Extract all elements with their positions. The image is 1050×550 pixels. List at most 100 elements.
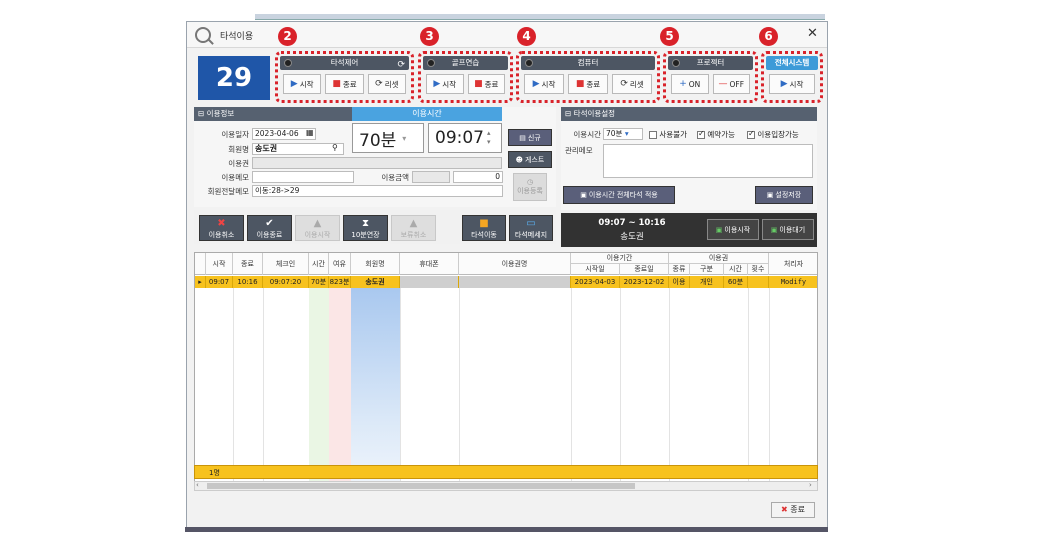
grid-line bbox=[233, 276, 234, 481]
admin-memo-label: 관리메모 bbox=[565, 146, 593, 155]
member-input[interactable]: 송도권 bbox=[252, 143, 344, 155]
apply-all-seats-button[interactable]: ▣ 이용시간 전체타석 적용 bbox=[563, 186, 675, 204]
person-icon: ☻ bbox=[515, 155, 523, 164]
waiting-checkbox[interactable]: 이용입장가능 bbox=[747, 129, 799, 140]
grid-footer: 1명 bbox=[194, 465, 818, 479]
settings-time-select[interactable]: 70분 ▾ bbox=[603, 128, 643, 140]
horizontal-scrollbar[interactable]: ‹ › bbox=[194, 481, 818, 491]
group-header: 타석제어 ⟳ bbox=[280, 56, 409, 70]
amount-input[interactable]: 0 bbox=[453, 171, 503, 183]
scroll-left-icon[interactable]: ‹ bbox=[196, 481, 199, 489]
start-time-input[interactable]: 09:07 ▴ ▾ bbox=[428, 123, 502, 153]
col-checkin[interactable]: 체크인 bbox=[263, 253, 309, 275]
pass-label: 이용권 bbox=[228, 159, 249, 168]
unavailable-checkbox[interactable]: 사용불가 bbox=[649, 129, 687, 140]
reservable-checkbox[interactable]: 예약가능 bbox=[697, 129, 735, 140]
col-pass-name[interactable]: 이용권명 bbox=[459, 253, 571, 275]
status-start-button[interactable]: ▣ 이용시작 bbox=[707, 219, 759, 240]
col-pass-kind[interactable]: 종류 bbox=[669, 264, 690, 275]
close-button[interactable]: ✖ 종료 bbox=[771, 502, 815, 518]
hold-cancel-button[interactable]: ▲ 보류취소 bbox=[391, 215, 436, 241]
hold-icon: ▲ bbox=[409, 218, 418, 229]
end-usage-button[interactable]: ✔ 이용종료 bbox=[247, 215, 292, 241]
extend-10min-button[interactable]: ⧗ 10분연장 bbox=[343, 215, 388, 241]
grid-line bbox=[263, 276, 264, 481]
admin-memo-input[interactable] bbox=[603, 144, 813, 178]
check-icon: ✔ bbox=[265, 218, 274, 229]
projector-off-button[interactable]: — OFF bbox=[712, 74, 750, 94]
green-square-icon: ▣ bbox=[770, 225, 778, 234]
guest-button[interactable]: ☻ 게스트 bbox=[508, 151, 552, 168]
col-phone[interactable]: 휴대폰 bbox=[400, 253, 459, 275]
scroll-right-icon[interactable]: › bbox=[809, 481, 812, 489]
step-badge-5: 5 bbox=[660, 27, 679, 46]
seat-message-button[interactable]: ▭ 타석메세지 bbox=[509, 215, 553, 241]
register-button[interactable]: ◷ 이용등록 bbox=[513, 173, 547, 201]
transfer-memo-input[interactable]: 이동:28->29 bbox=[252, 185, 503, 197]
projector-on-button[interactable]: + ON bbox=[671, 74, 709, 94]
status-wait-button[interactable]: ▣ 이용대기 bbox=[762, 219, 814, 240]
group-header: 프로젝터 bbox=[668, 56, 753, 70]
checkbox-box bbox=[649, 131, 657, 139]
transfer-memo-label: 회원전달메모 bbox=[207, 187, 249, 196]
calendar-icon[interactable]: ▦ bbox=[306, 128, 314, 137]
usage-time-tab[interactable]: 이용시간 bbox=[352, 107, 502, 121]
group-header: 컴퓨터 bbox=[521, 56, 655, 70]
usage-grid[interactable]: 시작 종료 체크인 시간 여유 회원명 휴대폰 이용권명 이용기간 시작일 종료… bbox=[194, 252, 818, 482]
col-pass-type[interactable]: 구분 bbox=[690, 264, 724, 275]
col-end[interactable]: 종료 bbox=[233, 253, 263, 275]
seat-end-button[interactable]: ■ 종료 bbox=[325, 74, 364, 94]
col-member[interactable]: 회원명 bbox=[351, 253, 400, 275]
golf-end-button[interactable]: ■ 종료 bbox=[467, 74, 505, 94]
refresh-icon[interactable]: ⟳ bbox=[397, 58, 405, 72]
system-start-button[interactable]: ▶ 시작 bbox=[769, 74, 815, 94]
move-seat-button[interactable]: ■ 타석이동 bbox=[462, 215, 506, 241]
settings-header: ⊟ 타석이용설정 bbox=[561, 107, 817, 121]
col-pass-time[interactable]: 시간 bbox=[724, 264, 748, 275]
status-dot-icon bbox=[284, 59, 292, 67]
close-icon[interactable]: ✕ bbox=[807, 26, 818, 41]
start-icon: ▶ bbox=[433, 79, 441, 89]
memo-input[interactable] bbox=[252, 171, 354, 183]
status-dot-icon bbox=[427, 59, 435, 67]
save-settings-button[interactable]: ▣ 설정저장 bbox=[755, 186, 813, 204]
seat-start-button[interactable]: ▶ 시작 bbox=[283, 74, 322, 94]
col-start[interactable]: 시작 bbox=[206, 253, 233, 275]
plus-icon: + bbox=[679, 79, 687, 89]
cancel-usage-button[interactable]: ✖ 이용취소 bbox=[199, 215, 244, 241]
apply-icon: ▣ bbox=[580, 191, 587, 199]
start-usage-button[interactable]: ▲ 이용시작 bbox=[295, 215, 340, 241]
status-dot-icon bbox=[672, 59, 680, 67]
col-period-end[interactable]: 종료일 bbox=[620, 264, 669, 275]
step-badge-4: 4 bbox=[517, 27, 536, 46]
minus-icon: — bbox=[718, 79, 728, 89]
status-time-range: 09:07 ~ 10:16 bbox=[598, 218, 666, 228]
pc-reset-button[interactable]: ⟳ 리셋 bbox=[612, 74, 652, 94]
status-member-name: 송도권 bbox=[620, 232, 644, 242]
col-spare[interactable]: 여유 bbox=[329, 253, 351, 275]
golf-start-button[interactable]: ▶ 시작 bbox=[426, 74, 464, 94]
minutes-select[interactable]: 70분 ▾ bbox=[352, 123, 424, 153]
pc-start-button[interactable]: ▶ 시작 bbox=[524, 74, 564, 94]
seat-reset-button[interactable]: ⟳ 리셋 bbox=[367, 74, 406, 94]
start-icon: ▶ bbox=[780, 79, 788, 89]
usage-info-panel: ⊟ 이용정보 이용일자 2023-04-06 ▦ 회원명 송도권 ⚲ 이용권 이… bbox=[194, 107, 556, 207]
cell-period-end: 2023-12-02 bbox=[620, 276, 669, 288]
settings-panel: ⊟ 타석이용설정 이용시간 70분 ▾ 사용불가 예약가능 이용입장가능 관리메… bbox=[561, 107, 817, 210]
amount-type-select[interactable] bbox=[412, 171, 450, 183]
member-search-icon[interactable]: ⚲ bbox=[332, 143, 338, 152]
scroll-thumb[interactable] bbox=[207, 483, 635, 489]
document-icon: ▤ bbox=[519, 133, 526, 142]
col-time[interactable]: 시간 bbox=[309, 253, 329, 275]
pc-end-button[interactable]: ■ 종료 bbox=[568, 74, 608, 94]
new-button[interactable]: ▤ 신규 bbox=[508, 129, 552, 146]
pass-select[interactable] bbox=[252, 157, 502, 169]
message-icon: ▭ bbox=[526, 218, 536, 229]
table-row[interactable]: ▸ 09:07 10:16 09:07:20 70분 823분 송도권 2023… bbox=[195, 276, 817, 288]
row-count: 1명 bbox=[209, 469, 220, 477]
cell-handler: Modify bbox=[769, 276, 817, 288]
col-pass-count[interactable]: 횟수 bbox=[748, 264, 769, 275]
col-period-start[interactable]: 시작일 bbox=[571, 264, 620, 275]
group-header: 골프연습 bbox=[423, 56, 508, 70]
col-handler[interactable]: 처리자 bbox=[769, 253, 817, 275]
